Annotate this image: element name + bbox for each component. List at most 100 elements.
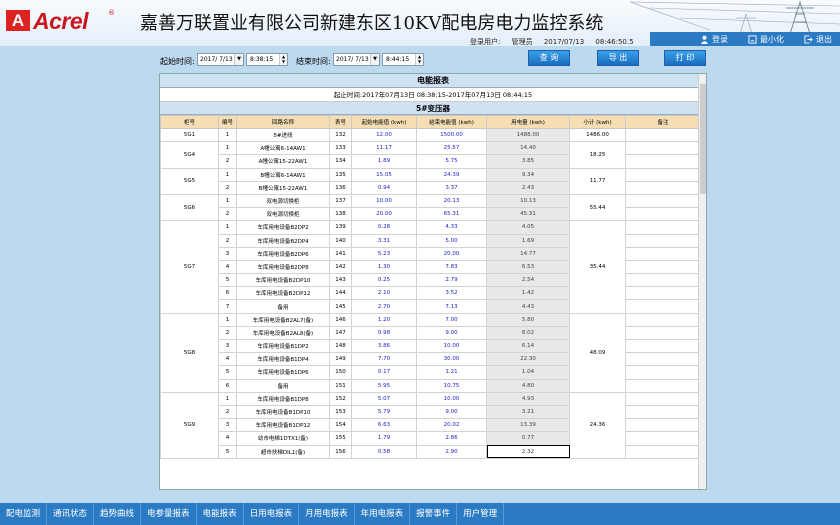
table-cell: 双电源切换柜 (236, 207, 330, 222)
table-cell: 139 (329, 220, 352, 235)
exit-button[interactable]: 退出 (804, 34, 832, 45)
app-header: A Acrel ® 嘉善万联置业有限公司新建东区10KV配电房电力监控系统 登录… (0, 0, 840, 46)
table-cell: 5.00 (416, 233, 487, 248)
column-header: 回路名称 (236, 115, 330, 129)
table-cell: A幢公寓6-14AW1 (236, 141, 330, 156)
login-button[interactable]: 登录 (700, 34, 728, 45)
table-cell: 143 (329, 273, 352, 288)
table-cell: 11.17 (351, 141, 417, 156)
nav-tab[interactable]: 年用电报表 (355, 503, 411, 525)
table-cell: 7.70 (351, 352, 417, 367)
start-date-picker[interactable]: 2017/ 7/13 ▼ (197, 53, 244, 66)
table-cell (625, 365, 701, 380)
start-time-spinner[interactable]: 8:38:15 ▲ ▼ (246, 53, 288, 66)
column-header: 编号 (218, 115, 237, 129)
end-date-picker[interactable]: 2017/ 7/13 ▼ (333, 53, 380, 66)
print-button[interactable]: 打 印 (664, 50, 706, 66)
table-cell (625, 391, 701, 406)
table-cell (625, 378, 701, 393)
table-cell: 20.00 (416, 246, 487, 261)
table-cell: 18.25 (569, 141, 626, 169)
table-cell: 1 (218, 141, 237, 156)
nav-tab[interactable]: 月用电报表 (299, 503, 355, 525)
table-cell: 车库用电设备B2DP10 (236, 273, 330, 288)
nav-tab[interactable]: 趋势曲线 (94, 503, 142, 525)
table-cell: 156 (329, 444, 352, 459)
vertical-scrollbar[interactable] (698, 74, 706, 489)
table-cell: 2.70 (351, 299, 417, 314)
table-cell: 3 (218, 338, 237, 354)
table-cell: 6.14 (486, 338, 570, 354)
table-cell: 134 (329, 154, 352, 169)
table-cell: 3.86 (351, 338, 417, 354)
end-time-label: 结束时间: (296, 57, 331, 66)
table-cell: 20.00 (351, 207, 417, 222)
table-cell: 153 (329, 404, 352, 420)
table-cell: 2.79 (416, 273, 487, 288)
table-cell: 双电源切换柜 (236, 193, 330, 209)
nav-tab[interactable]: 日用电报表 (244, 503, 300, 525)
nav-tab[interactable]: 电能报表 (197, 503, 244, 525)
nav-tab[interactable]: 用户管理 (457, 503, 505, 525)
table-row: 5G5 1 B幢公寓6-14AW1 135 15.05 24.39 9.34 11.77 (160, 167, 701, 195)
table-cell: 2.32 (486, 444, 570, 459)
table-cell: 1.42 (486, 286, 570, 301)
column-header: 表号 (329, 115, 352, 129)
table-cell: 1.89 (351, 154, 417, 169)
table-cell: 5.80 (486, 312, 570, 327)
nav-tab[interactable]: 电参量报表 (141, 503, 197, 525)
table-cell: B幢公寓6-14AW1 (236, 167, 330, 182)
column-header: 起始电能值 (kwh) (351, 115, 417, 129)
table-cell: 25.57 (416, 141, 487, 156)
user-label: 登录用户: (470, 38, 501, 46)
table-cell (625, 127, 701, 143)
table-cell: 65.31 (416, 207, 487, 222)
table-cell: 车库用电设备B2DP4 (236, 233, 330, 248)
table-cell: 7.83 (416, 259, 487, 275)
table-cell: 45.31 (486, 207, 570, 222)
table-cell: 8.02 (486, 325, 570, 341)
scrollbar-thumb[interactable] (700, 84, 706, 194)
table-cell (625, 325, 701, 341)
start-time-label: 起始时间: (160, 57, 195, 66)
logo-text: Acrel (33, 8, 89, 34)
table-cell: 3 (218, 418, 237, 433)
table-cell (625, 207, 701, 222)
table-cell: 幼市电梯1DTX1(备) (236, 431, 330, 446)
chevron-down-icon: ▼ (234, 54, 243, 65)
report-subtitle: 5#变压器 (160, 102, 706, 115)
table-cell: 0.98 (351, 325, 417, 341)
table-cell: 车库用电设备B1DP12 (236, 418, 330, 433)
table-cell: 152 (329, 391, 352, 406)
table-row: 5G1 1 5#进线 132 12.00 1500.00 1488.00 1486.00 (160, 127, 701, 143)
end-time-spinner[interactable]: 8:44:15 ▲ ▼ (382, 53, 424, 66)
table-cell: 1488.00 (486, 127, 570, 143)
column-header: 备注 (625, 115, 701, 129)
query-button[interactable]: 查 询 (528, 50, 570, 66)
table-cell (625, 444, 701, 459)
table-cell: 车库用电设备B2DP8 (236, 259, 330, 275)
table-cell: 1.04 (486, 365, 570, 380)
export-button[interactable]: 导 出 (597, 50, 639, 66)
table-cell: 1 (218, 167, 237, 182)
table-cell: 10.00 (351, 193, 417, 209)
table-cell: 3.31 (351, 233, 417, 248)
table-cell: 1 (218, 312, 237, 327)
table-cell: 备用 (236, 299, 330, 314)
nav-tab[interactable]: 报警事件 (410, 503, 458, 525)
table-cell (625, 193, 701, 209)
energy-report-panel: 电能报表 起止时间:2017年07月13日 08:38:15-2017年07月1… (159, 73, 707, 490)
nav-tab[interactable]: 通讯状态 (47, 503, 95, 525)
table-cell (625, 167, 701, 182)
nav-tab[interactable]: 配电监测 (0, 503, 48, 525)
table-cell: 车库用电设备B1DP4 (236, 352, 330, 367)
table-cell: 12.00 (351, 127, 417, 143)
table-cell: 5.23 (351, 246, 417, 261)
minimize-button[interactable]: 最小化 (748, 34, 784, 45)
table-cell: 2 (218, 154, 237, 169)
spinner-icon: ▲ ▼ (415, 54, 423, 65)
column-header: 用电量 (kwh) (486, 115, 570, 129)
table-cell: 5G9 (160, 391, 219, 459)
table-cell: 0.17 (351, 365, 417, 380)
table-cell: 30.00 (416, 352, 487, 367)
